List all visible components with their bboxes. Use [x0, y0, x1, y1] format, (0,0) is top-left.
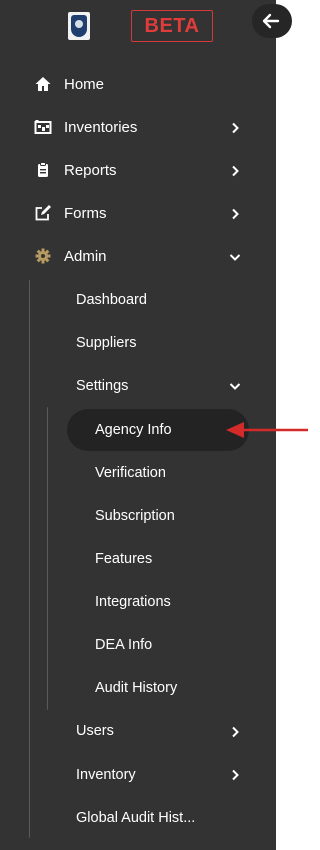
settings-item-integrations[interactable]: Integrations	[95, 587, 171, 617]
nav-item-home[interactable]: Home	[35, 69, 105, 99]
nav-item-inventories[interactable]: Inventories	[34, 112, 138, 142]
admin-label-inventory: Inventory	[76, 767, 136, 783]
settings-item-audit-history[interactable]: Audit History	[95, 673, 177, 703]
admin-item-users[interactable]: Users	[76, 716, 114, 746]
chevron-down-icon[interactable]	[229, 251, 241, 263]
settings-label-agency-info: Agency Info	[95, 422, 172, 438]
annotation-arrow-icon	[226, 422, 308, 438]
admin-item-global-audit-history[interactable]: Global Audit Hist...	[76, 803, 195, 833]
home-icon	[35, 77, 51, 91]
nav-label-reports: Reports	[64, 161, 117, 179]
chevron-down-icon[interactable]	[229, 380, 241, 392]
settings-item-agency-info[interactable]: Agency Info	[95, 415, 172, 445]
admin-item-inventory[interactable]: Inventory	[76, 760, 136, 790]
nav-item-admin[interactable]: Admin	[35, 241, 107, 271]
settings-submenu-line	[47, 407, 48, 710]
settings-label-integrations: Integrations	[95, 594, 171, 610]
chevron-right-icon[interactable]	[229, 208, 241, 220]
admin-label-settings: Settings	[76, 378, 129, 394]
nav-item-reports[interactable]: Reports	[38, 155, 117, 185]
settings-label-dea-info: DEA Info	[95, 637, 153, 653]
settings-item-verification[interactable]: Verification	[95, 458, 166, 488]
admin-submenu-line	[29, 280, 30, 838]
chevron-right-icon[interactable]	[229, 726, 241, 738]
admin-item-dashboard[interactable]: Dashboard	[76, 285, 147, 315]
settings-label-features: Features	[95, 551, 153, 567]
chevron-right-icon[interactable]	[229, 769, 241, 781]
admin-label-global-audit-history: Global Audit Hist...	[76, 810, 196, 826]
collapse-sidebar-button[interactable]	[252, 4, 292, 38]
admin-label-dashboard: Dashboard	[76, 292, 147, 308]
settings-label-verification: Verification	[95, 465, 166, 481]
settings-label-subscription: Subscription	[95, 508, 175, 524]
nav-item-forms[interactable]: Forms	[35, 198, 107, 228]
settings-label-audit-history: Audit History	[95, 680, 178, 696]
admin-label-users: Users	[76, 723, 114, 739]
chevron-right-icon[interactable]	[229, 165, 241, 177]
admin-item-settings[interactable]: Settings	[76, 371, 128, 401]
shield-icon	[71, 15, 87, 37]
arrow-left-icon	[262, 13, 280, 29]
inventory-icon	[34, 120, 52, 134]
settings-item-features[interactable]: Features	[95, 544, 152, 574]
nav-label-home: Home	[64, 75, 105, 93]
nav-label-inventories: Inventories	[64, 118, 138, 136]
settings-item-dea-info[interactable]: DEA Info	[95, 630, 152, 660]
admin-item-suppliers[interactable]: Suppliers	[76, 328, 136, 358]
nav-label-forms: Forms	[64, 204, 107, 222]
edit-icon	[35, 205, 51, 221]
agency-logo	[68, 12, 90, 40]
chevron-right-icon[interactable]	[229, 122, 241, 134]
settings-item-subscription[interactable]: Subscription	[95, 501, 175, 531]
admin-label-suppliers: Suppliers	[76, 335, 137, 351]
gear-icon	[35, 248, 51, 264]
clipboard-icon	[38, 162, 48, 177]
nav-label-admin: Admin	[64, 247, 107, 265]
beta-badge: BETA	[131, 10, 213, 42]
